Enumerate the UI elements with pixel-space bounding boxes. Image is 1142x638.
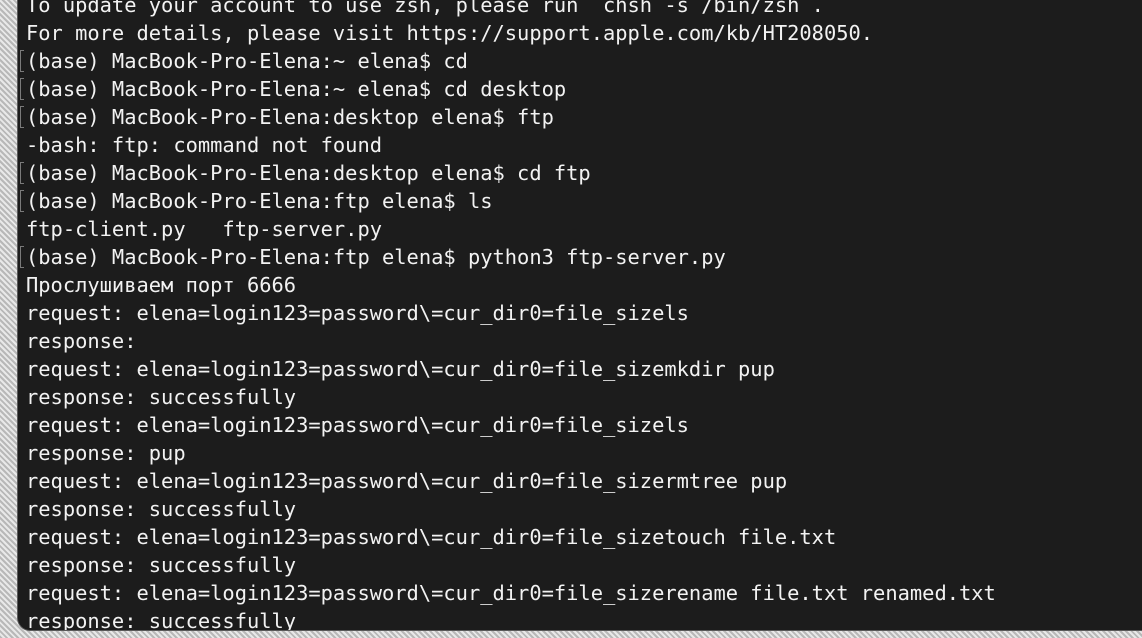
prompt-line: (base) MacBook-Pro-Elena:~ elena$ cd des…: [20, 75, 1142, 103]
prompt-line: (base) MacBook-Pro-Elena:desktop elena$ …: [20, 103, 1142, 131]
line-text: (base) MacBook-Pro-Elena:~ elena$ cd: [26, 49, 468, 73]
prompt-line: (base) MacBook-Pro-Elena:ftp elena$ pyth…: [20, 243, 1142, 271]
line-text: (base) MacBook-Pro-Elena:ftp elena$ pyth…: [26, 245, 726, 269]
line-text: response: successfully: [26, 497, 297, 521]
output-line: response:: [26, 327, 1142, 355]
output-line: request: elena=login123=password\=cur_di…: [26, 467, 1142, 495]
prompt-line: (base) MacBook-Pro-Elena:desktop elena$ …: [20, 159, 1142, 187]
output-line: request: elena=login123=password\=cur_di…: [26, 355, 1142, 383]
line-text: request: elena=login123=password\=cur_di…: [26, 357, 775, 381]
output-line: Прослушиваем порт 6666: [26, 271, 1142, 299]
command-mark-icon: [20, 106, 24, 128]
line-text: For more details, please visit https://s…: [26, 21, 874, 45]
command-mark-icon: [20, 50, 24, 72]
line-text: response: successfully: [26, 385, 297, 409]
line-text: (base) MacBook-Pro-Elena:~ elena$ cd des…: [26, 77, 567, 101]
line-text: response:: [26, 329, 137, 353]
output-line: request: elena=login123=password\=cur_di…: [26, 579, 1142, 607]
output-line: request: elena=login123=password\=cur_di…: [26, 299, 1142, 327]
line-text: (base) MacBook-Pro-Elena:desktop elena$ …: [26, 105, 554, 129]
command-mark-icon: [20, 162, 24, 184]
line-text: To update your account to use zsh, pleas…: [26, 0, 824, 17]
output-line: response: successfully: [26, 551, 1142, 579]
output-line: To update your account to use zsh, pleas…: [26, 0, 1142, 19]
command-mark-icon: [20, 190, 24, 212]
output-line: response: successfully: [26, 607, 1142, 630]
line-text: request: elena=login123=password\=cur_di…: [26, 469, 788, 493]
line-text: -bash: ftp: command not found: [26, 133, 383, 157]
output-line: ftp-client.py ftp-server.py: [26, 215, 1142, 243]
command-mark-icon: [20, 78, 24, 100]
line-text: (base) MacBook-Pro-Elena:desktop elena$ …: [26, 161, 591, 185]
output-line: request: elena=login123=password\=cur_di…: [26, 411, 1142, 439]
line-text: (base) MacBook-Pro-Elena:ftp elena$ ls: [26, 189, 493, 213]
prompt-line: (base) MacBook-Pro-Elena:ftp elena$ ls: [20, 187, 1142, 215]
line-text: ftp-client.py ftp-server.py: [26, 217, 383, 241]
output-line: response: successfully: [26, 495, 1142, 523]
prompt-line: (base) MacBook-Pro-Elena:~ elena$ cd: [20, 47, 1142, 75]
terminal-output[interactable]: To update your account to use zsh, pleas…: [20, 0, 1142, 630]
line-text: response: pup: [26, 441, 186, 465]
output-line: response: successfully: [26, 383, 1142, 411]
line-text: request: elena=login123=password\=cur_di…: [26, 581, 996, 605]
line-text: response: successfully: [26, 609, 297, 630]
line-text: request: elena=login123=password\=cur_di…: [26, 413, 689, 437]
line-text: response: successfully: [26, 553, 297, 577]
output-line: For more details, please visit https://s…: [26, 19, 1142, 47]
output-line: -bash: ftp: command not found: [26, 131, 1142, 159]
line-text: Прослушиваем порт 6666: [26, 273, 297, 297]
command-mark-icon: [20, 246, 24, 268]
output-line: response: pup: [26, 439, 1142, 467]
output-line: request: elena=login123=password\=cur_di…: [26, 523, 1142, 551]
line-text: request: elena=login123=password\=cur_di…: [26, 525, 837, 549]
line-text: request: elena=login123=password\=cur_di…: [26, 301, 689, 325]
terminal-window[interactable]: To update your account to use zsh, pleas…: [18, 0, 1142, 630]
